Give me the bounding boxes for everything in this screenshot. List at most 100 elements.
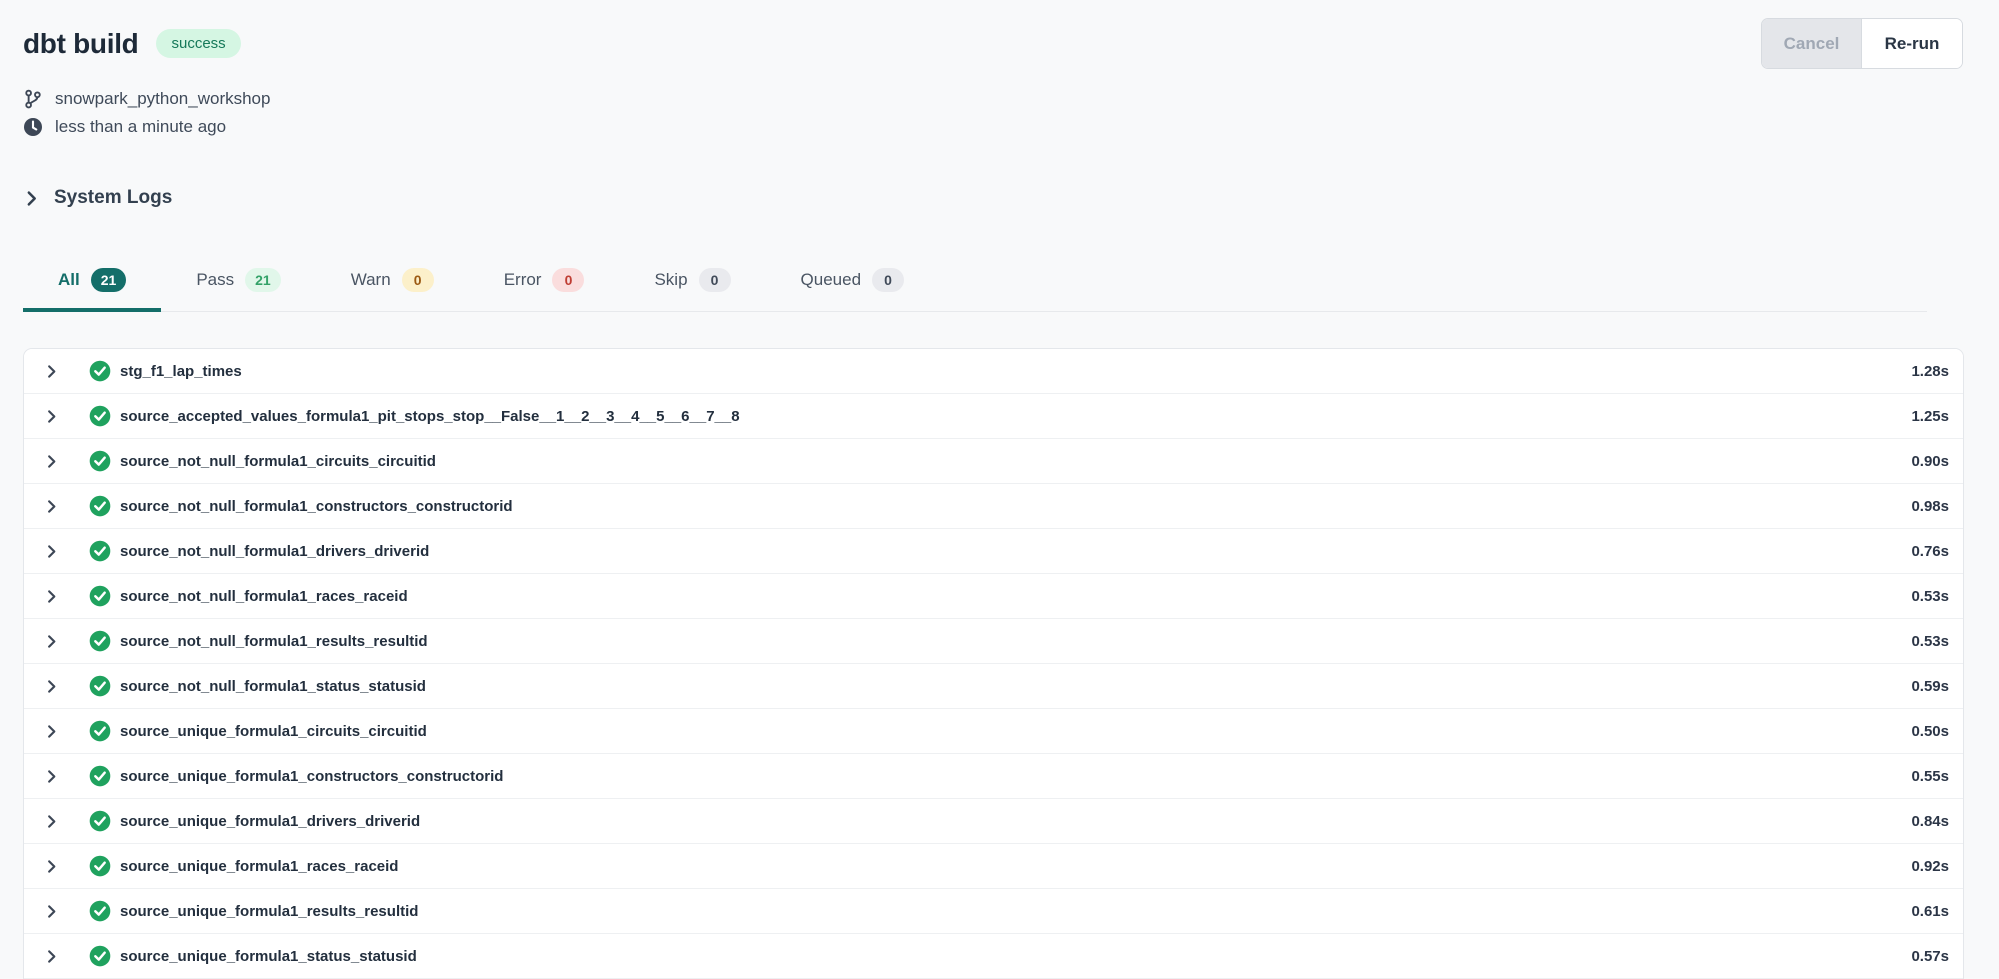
tab-label: Warn bbox=[351, 270, 391, 290]
result-row[interactable]: source_unique_formula1_drivers_driverid … bbox=[24, 799, 1963, 844]
system-logs-toggle[interactable]: System Logs bbox=[23, 187, 1963, 209]
result-row[interactable]: source_not_null_formula1_results_resulti… bbox=[24, 619, 1963, 664]
expand-chevron-icon[interactable] bbox=[44, 723, 60, 739]
result-duration: 0.50s bbox=[1911, 723, 1949, 740]
result-name: source_unique_formula1_constructors_cons… bbox=[120, 768, 503, 785]
clock-icon bbox=[23, 117, 43, 137]
page-title: dbt build bbox=[23, 28, 138, 60]
result-row[interactable]: source_unique_formula1_results_resultid … bbox=[24, 889, 1963, 934]
tab-queued[interactable]: Queued 0 bbox=[766, 255, 940, 312]
pass-check-icon bbox=[89, 450, 111, 472]
result-name: source_not_null_formula1_constructors_co… bbox=[120, 498, 513, 515]
tab-count-badge: 0 bbox=[402, 268, 434, 292]
result-name: source_not_null_formula1_races_raceid bbox=[120, 588, 408, 605]
expand-chevron-icon[interactable] bbox=[44, 858, 60, 874]
expand-chevron-icon[interactable] bbox=[44, 363, 60, 379]
expand-chevron-icon[interactable] bbox=[44, 408, 60, 424]
result-duration: 0.76s bbox=[1911, 543, 1949, 560]
run-detail-page: dbt build success Cancel Re-run snowpark… bbox=[0, 0, 1999, 979]
result-duration: 1.25s bbox=[1911, 408, 1949, 425]
tab-count-badge: 0 bbox=[872, 268, 904, 292]
tab-warn[interactable]: Warn 0 bbox=[316, 255, 469, 312]
tab-count-badge: 21 bbox=[91, 268, 127, 292]
result-name: source_unique_formula1_drivers_driverid bbox=[120, 813, 420, 830]
result-row[interactable]: source_unique_formula1_status_statusid 0… bbox=[24, 934, 1963, 979]
result-row[interactable]: source_unique_formula1_circuits_circuiti… bbox=[24, 709, 1963, 754]
system-logs-label: System Logs bbox=[54, 187, 172, 209]
result-name: stg_f1_lap_times bbox=[120, 363, 242, 380]
run-actions: Cancel Re-run bbox=[1761, 18, 1963, 69]
result-name: source_unique_formula1_circuits_circuiti… bbox=[120, 723, 427, 740]
pass-check-icon bbox=[89, 585, 111, 607]
expand-chevron-icon[interactable] bbox=[44, 903, 60, 919]
tab-count-badge: 0 bbox=[552, 268, 584, 292]
tab-label: Skip bbox=[654, 270, 687, 290]
pass-check-icon bbox=[89, 765, 111, 787]
result-row[interactable]: source_not_null_formula1_constructors_co… bbox=[24, 484, 1963, 529]
time-row: less than a minute ago bbox=[23, 113, 1963, 141]
pass-check-icon bbox=[89, 675, 111, 697]
result-row[interactable]: source_not_null_formula1_races_raceid 0.… bbox=[24, 574, 1963, 619]
result-row[interactable]: source_accepted_values_formula1_pit_stop… bbox=[24, 394, 1963, 439]
tab-count-badge: 21 bbox=[245, 268, 281, 292]
result-duration: 0.53s bbox=[1911, 633, 1949, 650]
expand-chevron-icon[interactable] bbox=[44, 948, 60, 964]
result-duration: 0.98s bbox=[1911, 498, 1949, 515]
result-row[interactable]: stg_f1_lap_times 1.28s bbox=[24, 349, 1963, 394]
rerun-button[interactable]: Re-run bbox=[1862, 19, 1962, 68]
tab-count-badge: 0 bbox=[699, 268, 731, 292]
tab-label: Pass bbox=[196, 270, 234, 290]
expand-chevron-icon[interactable] bbox=[44, 543, 60, 559]
pass-check-icon bbox=[89, 495, 111, 517]
expand-chevron-icon[interactable] bbox=[44, 813, 60, 829]
result-name: source_not_null_formula1_status_statusid bbox=[120, 678, 426, 695]
chevron-right-icon bbox=[23, 190, 40, 207]
result-name: source_not_null_formula1_results_resulti… bbox=[120, 633, 428, 650]
result-duration: 0.55s bbox=[1911, 768, 1949, 785]
expand-chevron-icon[interactable] bbox=[44, 768, 60, 784]
branch-name: snowpark_python_workshop bbox=[55, 89, 270, 109]
run-header: dbt build success Cancel Re-run bbox=[23, 18, 1963, 69]
tab-skip[interactable]: Skip 0 bbox=[619, 255, 765, 312]
run-meta: snowpark_python_workshop less than a min… bbox=[23, 85, 1963, 141]
result-name: source_unique_formula1_results_resultid bbox=[120, 903, 418, 920]
pass-check-icon bbox=[89, 630, 111, 652]
pass-check-icon bbox=[89, 405, 111, 427]
status-badge: success bbox=[156, 29, 240, 58]
git-branch-icon bbox=[23, 89, 43, 109]
result-name: source_accepted_values_formula1_pit_stop… bbox=[120, 408, 740, 425]
result-duration: 0.59s bbox=[1911, 678, 1949, 695]
result-name: source_unique_formula1_races_raceid bbox=[120, 858, 398, 875]
pass-check-icon bbox=[89, 360, 111, 382]
result-row[interactable]: source_not_null_formula1_circuits_circui… bbox=[24, 439, 1963, 484]
expand-chevron-icon[interactable] bbox=[44, 678, 60, 694]
tab-all[interactable]: All 21 bbox=[23, 255, 161, 312]
time-ago: less than a minute ago bbox=[55, 117, 226, 137]
result-name: source_not_null_formula1_circuits_circui… bbox=[120, 453, 436, 470]
result-row[interactable]: source_not_null_formula1_drivers_driveri… bbox=[24, 529, 1963, 574]
status-tabs: All 21 Pass 21 Warn 0 Error 0 Skip 0 Que… bbox=[23, 255, 1927, 312]
expand-chevron-icon[interactable] bbox=[44, 588, 60, 604]
pass-check-icon bbox=[89, 540, 111, 562]
result-duration: 0.84s bbox=[1911, 813, 1949, 830]
result-duration: 0.90s bbox=[1911, 453, 1949, 470]
result-duration: 1.28s bbox=[1911, 363, 1949, 380]
cancel-button[interactable]: Cancel bbox=[1762, 19, 1862, 68]
result-duration: 0.57s bbox=[1911, 948, 1949, 965]
tab-error[interactable]: Error 0 bbox=[469, 255, 620, 312]
result-row[interactable]: source_not_null_formula1_status_statusid… bbox=[24, 664, 1963, 709]
pass-check-icon bbox=[89, 945, 111, 967]
result-name: source_unique_formula1_status_statusid bbox=[120, 948, 417, 965]
pass-check-icon bbox=[89, 900, 111, 922]
tab-pass[interactable]: Pass 21 bbox=[161, 255, 315, 312]
result-row[interactable]: source_unique_formula1_races_raceid 0.92… bbox=[24, 844, 1963, 889]
expand-chevron-icon[interactable] bbox=[44, 633, 60, 649]
tab-label: All bbox=[58, 270, 80, 290]
expand-chevron-icon[interactable] bbox=[44, 453, 60, 469]
result-duration: 0.53s bbox=[1911, 588, 1949, 605]
result-row[interactable]: source_unique_formula1_constructors_cons… bbox=[24, 754, 1963, 799]
pass-check-icon bbox=[89, 720, 111, 742]
results-list: stg_f1_lap_times 1.28s source_accepted_v… bbox=[23, 348, 1964, 979]
result-duration: 0.61s bbox=[1911, 903, 1949, 920]
expand-chevron-icon[interactable] bbox=[44, 498, 60, 514]
